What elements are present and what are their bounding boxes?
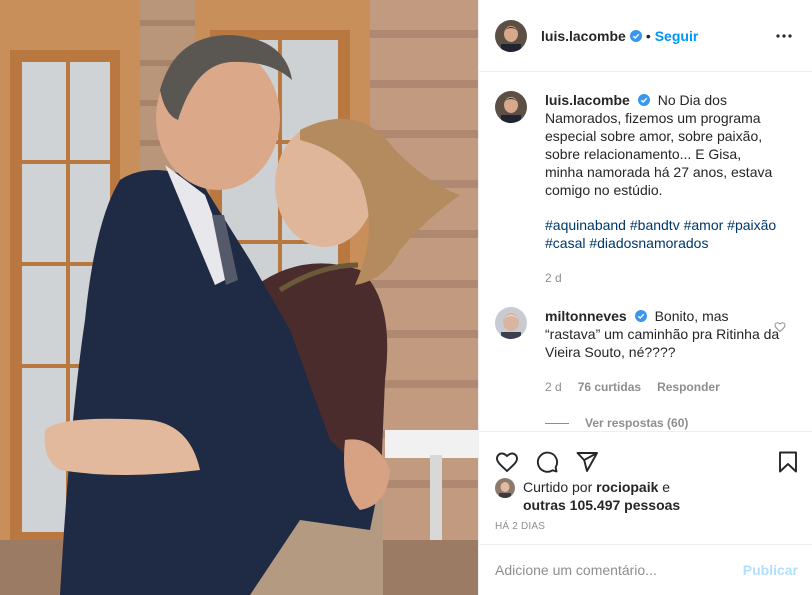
hashtag-link[interactable]: #amor bbox=[684, 217, 724, 233]
likes-prefix: Curtido por bbox=[523, 479, 593, 495]
verified-icon bbox=[629, 29, 642, 42]
action-bar bbox=[479, 431, 812, 481]
hashtags: #aquinaband #bandtv #amor #paixão #casal… bbox=[545, 216, 781, 252]
view-replies-label: Ver respostas (60) bbox=[585, 416, 689, 430]
comment-icon bbox=[536, 451, 559, 473]
reply-button[interactable]: Responder bbox=[657, 378, 720, 396]
view-replies-button[interactable]: Ver respostas (60) bbox=[545, 416, 812, 430]
verified-icon bbox=[634, 310, 647, 322]
hashtag-link[interactable]: #diadosnamorados bbox=[589, 235, 708, 251]
share-icon bbox=[576, 451, 598, 472]
liker-username[interactable]: rociopaik bbox=[596, 479, 658, 495]
replies-divider bbox=[545, 422, 569, 424]
caption-body: luis.lacombe No Dia dos Namorados, fizem… bbox=[545, 91, 781, 287]
likes-summary: Curtido por rociopaik e outras 105.497 p… bbox=[495, 478, 796, 514]
likes-others[interactable]: outras 105.497 pessoas bbox=[523, 497, 680, 513]
comment-button[interactable] bbox=[535, 450, 559, 474]
comment-likes[interactable]: 76 curtidas bbox=[578, 378, 641, 396]
comments-list[interactable]: luis.lacombe No Dia dos Namorados, fizem… bbox=[479, 72, 812, 430]
add-comment-bar: Publicar bbox=[479, 544, 812, 595]
comment-age[interactable]: 2 d bbox=[545, 378, 562, 396]
publish-button[interactable]: Publicar bbox=[743, 562, 798, 578]
header-separator: • bbox=[645, 27, 651, 44]
likes-conjunction: e bbox=[662, 479, 671, 495]
author-avatar[interactable] bbox=[495, 91, 527, 123]
bookmark-icon bbox=[779, 451, 797, 472]
hashtag-link[interactable]: #paixão bbox=[727, 217, 776, 233]
save-button[interactable] bbox=[776, 450, 800, 474]
hashtag-link[interactable]: #bandtv bbox=[630, 217, 680, 233]
comment-meta: 2 d 76 curtidas Responder bbox=[545, 378, 781, 396]
more-options-icon[interactable] bbox=[772, 24, 796, 48]
like-button[interactable] bbox=[495, 450, 519, 474]
liker-avatar[interactable] bbox=[495, 478, 515, 498]
post-photo bbox=[0, 0, 478, 595]
author-username[interactable]: luis.lacombe bbox=[541, 28, 626, 44]
caption: luis.lacombe No Dia dos Namorados, fizem… bbox=[479, 91, 812, 287]
post-side-panel: luis.lacombe • Seguir luis.lacombe No Di… bbox=[478, 0, 812, 595]
likes-text: Curtido por rociopaik e outras 105.497 p… bbox=[523, 478, 680, 514]
comment-body: miltonneves Bonito, mas “rastava” um cam… bbox=[545, 307, 781, 396]
share-button[interactable] bbox=[575, 450, 599, 474]
verified-icon bbox=[637, 94, 650, 106]
author-avatar[interactable] bbox=[495, 19, 527, 52]
post-header: luis.lacombe • Seguir bbox=[479, 0, 812, 72]
post-timestamp[interactable]: HÁ 2 DIAS bbox=[495, 521, 545, 532]
commenter-username[interactable]: miltonneves bbox=[545, 308, 627, 324]
follow-button[interactable]: Seguir bbox=[655, 28, 699, 44]
comment-item: miltonneves Bonito, mas “rastava” um cam… bbox=[479, 307, 812, 396]
heart-icon bbox=[496, 452, 518, 472]
hashtag-link[interactable]: #casal bbox=[545, 235, 585, 251]
comment-input[interactable] bbox=[495, 562, 743, 578]
heart-icon[interactable] bbox=[774, 321, 786, 333]
caption-age[interactable]: 2 d bbox=[545, 269, 562, 287]
commenter-avatar[interactable] bbox=[495, 307, 527, 339]
caption-username[interactable]: luis.lacombe bbox=[545, 92, 630, 108]
hashtag-link[interactable]: #aquinaband bbox=[545, 217, 626, 233]
caption-meta: 2 d bbox=[545, 269, 781, 287]
